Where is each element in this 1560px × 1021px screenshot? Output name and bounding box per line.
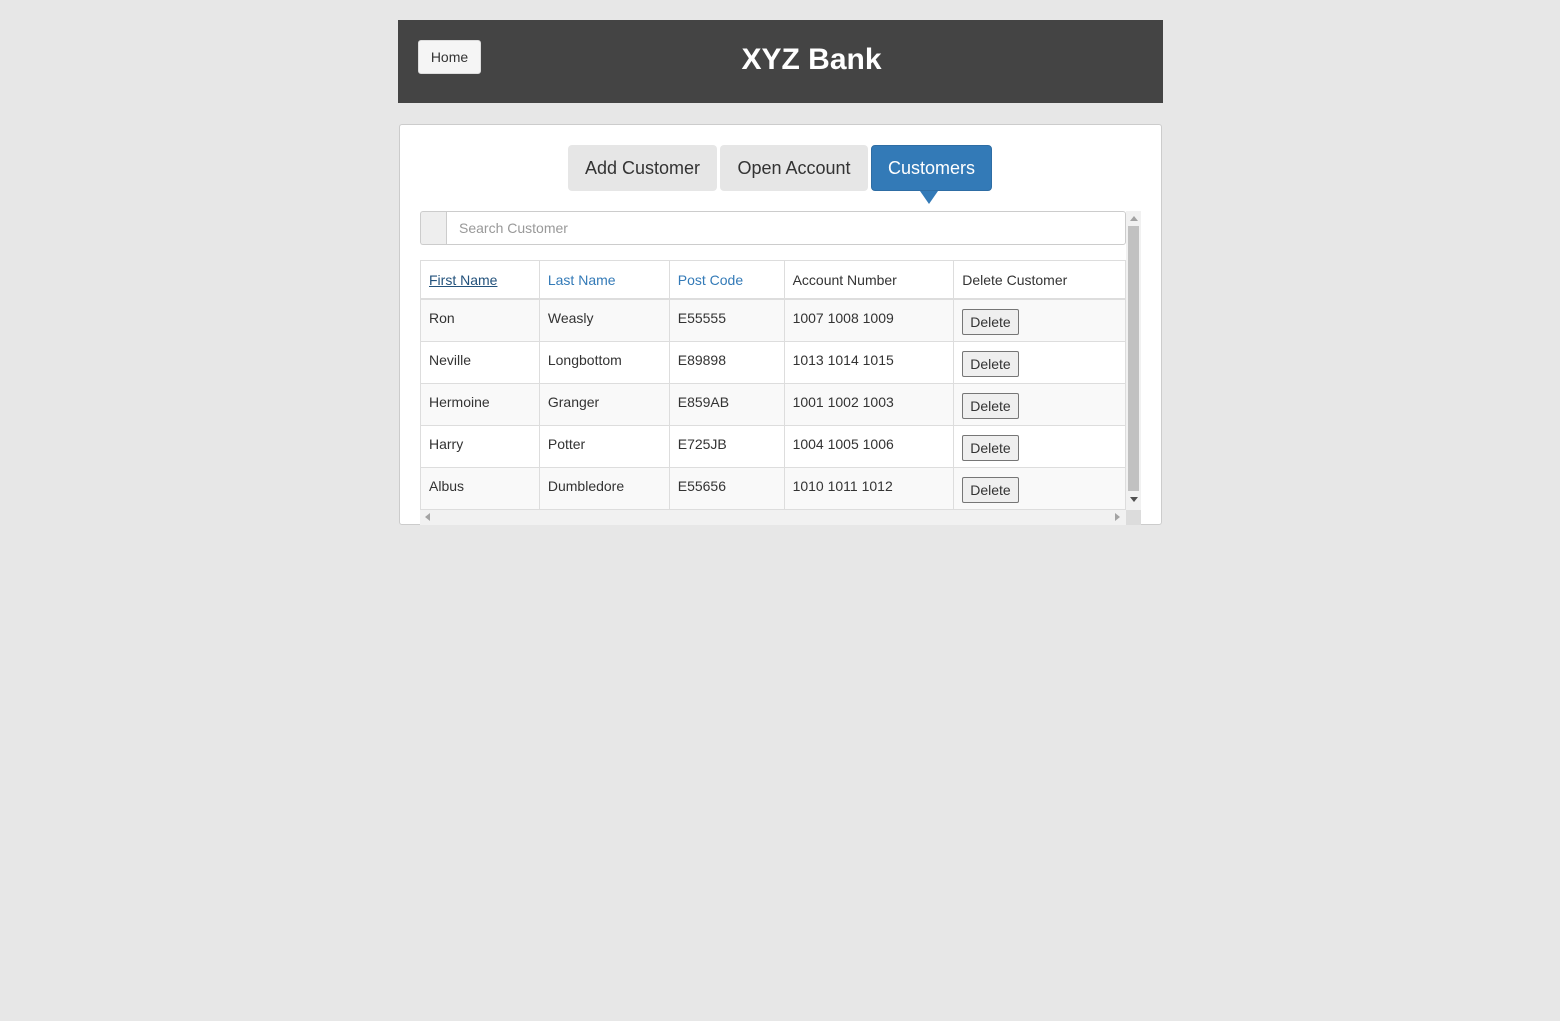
search-addon <box>420 211 446 245</box>
manager-panel: Add Customer Open Account Customers Firs… <box>399 124 1162 525</box>
search-customer-input[interactable] <box>446 211 1126 245</box>
add-customer-tab-button[interactable]: Add Customer <box>568 145 717 191</box>
cell-account-number: 1013 1014 1015 <box>783 340 955 384</box>
cell-first-name: Harry <box>420 424 540 468</box>
cell-last-name: Longbottom <box>538 340 670 384</box>
scrollbar-corner <box>1126 510 1141 525</box>
table-row: Albus Dumbledore E55656 1010 1011 1012 D… <box>420 466 1126 510</box>
cell-first-name: Ron <box>420 298 540 342</box>
cell-last-name: Granger <box>538 382 670 426</box>
cell-first-name: Neville <box>420 340 540 384</box>
cell-last-name: Potter <box>538 424 670 468</box>
cell-account-number: 1007 1008 1009 <box>783 298 955 342</box>
delete-button[interactable]: Delete <box>962 434 1019 461</box>
header-first-name: First Name <box>420 260 540 300</box>
customers-tab-button[interactable]: Customers <box>871 145 992 191</box>
sort-first-name-link[interactable]: First Name <box>429 272 497 288</box>
top-header: Home XYZ Bank <box>398 20 1163 103</box>
horizontal-scrollbar[interactable] <box>420 510 1126 525</box>
header-last-name: Last Name <box>538 260 670 300</box>
delete-button[interactable]: Delete <box>962 350 1019 377</box>
cell-first-name: Albus <box>420 466 540 510</box>
cell-delete: Delete <box>953 466 1126 510</box>
cell-delete: Delete <box>953 340 1126 384</box>
cell-post-code: E55656 <box>668 466 785 510</box>
cell-post-code: E89898 <box>668 340 785 384</box>
table-row: Neville Longbottom E89898 1013 1014 1015… <box>420 340 1126 384</box>
sort-last-name-link[interactable]: Last Name <box>548 272 616 288</box>
vertical-scroll-thumb[interactable] <box>1128 226 1139 491</box>
delete-button[interactable]: Delete <box>962 392 1019 419</box>
cell-account-number: 1001 1002 1003 <box>783 382 955 426</box>
cell-last-name: Weasly <box>538 298 670 342</box>
cell-delete: Delete <box>953 298 1126 342</box>
cell-post-code: E859AB <box>668 382 785 426</box>
cell-post-code: E55555 <box>668 298 785 342</box>
scroll-up-arrow-icon[interactable] <box>1130 216 1138 221</box>
search-group <box>420 211 1126 245</box>
table-row: Harry Potter E725JB 1004 1005 1006 Delet… <box>420 424 1126 468</box>
scroll-left-arrow-icon[interactable] <box>425 513 430 521</box>
delete-button[interactable]: Delete <box>962 476 1019 503</box>
active-tab-pointer <box>920 191 938 204</box>
table-row: Hermoine Granger E859AB 1001 1002 1003 D… <box>420 382 1126 426</box>
scroll-right-arrow-icon[interactable] <box>1115 513 1120 521</box>
cell-last-name: Dumbledore <box>538 466 670 510</box>
vertical-scrollbar[interactable] <box>1126 211 1141 510</box>
cell-account-number: 1010 1011 1012 <box>783 466 955 510</box>
bank-title: XYZ Bank <box>741 43 882 76</box>
table-row: Ron Weasly E55555 1007 1008 1009 Delete <box>420 298 1126 342</box>
open-account-tab-button[interactable]: Open Account <box>720 145 868 191</box>
customers-scroll-area: First Name Last Name Post Code Account N… <box>420 211 1141 525</box>
table-header-row: First Name Last Name Post Code Account N… <box>420 260 1126 300</box>
header-post-code: Post Code <box>668 260 785 300</box>
sort-post-code-link[interactable]: Post Code <box>678 272 743 288</box>
header-account-number: Account Number <box>783 260 955 300</box>
cell-first-name: Hermoine <box>420 382 540 426</box>
customers-table: First Name Last Name Post Code Account N… <box>420 260 1126 510</box>
cell-post-code: E725JB <box>668 424 785 468</box>
scroll-down-arrow-icon[interactable] <box>1130 497 1138 502</box>
cell-delete: Delete <box>953 382 1126 426</box>
header-delete-customer: Delete Customer <box>953 260 1126 300</box>
delete-button[interactable]: Delete <box>962 309 1019 335</box>
cell-delete: Delete <box>953 424 1126 468</box>
cell-account-number: 1004 1005 1006 <box>783 424 955 468</box>
